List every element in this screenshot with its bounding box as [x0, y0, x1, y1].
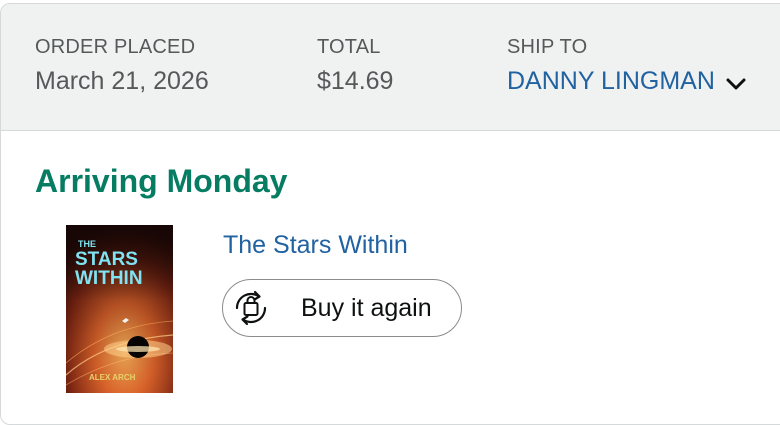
order-card: ORDER PLACED March 21, 2026 TOTAL $14.69… — [0, 3, 780, 425]
order-total-column: TOTAL $14.69 — [317, 34, 393, 98]
ship-to-label: SHIP TO — [507, 36, 588, 58]
ship-to-column: SHIP TO DANNY LINGMAN — [507, 34, 747, 98]
order-placed-date: March 21, 2026 — [35, 67, 209, 95]
buy-it-again-label: Buy it again — [301, 293, 432, 322]
product-title-link[interactable]: The Stars Within — [223, 229, 408, 261]
cover-author: ALEX ARCH — [89, 373, 136, 382]
buy-it-again-button[interactable]: Buy it again — [222, 279, 462, 337]
cover-title-line1: THE — [78, 239, 96, 249]
order-placed-label: ORDER PLACED — [35, 36, 196, 58]
order-total-label: TOTAL — [317, 36, 381, 58]
order-total-value: $14.69 — [317, 67, 394, 95]
ship-to-dropdown[interactable]: DANNY LINGMAN — [507, 64, 747, 98]
ship-to-name: DANNY LINGMAN — [507, 67, 715, 95]
order-placed-column: ORDER PLACED March 21, 2026 — [35, 34, 209, 98]
reorder-bag-icon — [225, 282, 277, 334]
chevron-down-icon — [725, 70, 747, 92]
product-image[interactable]: THE STARS WITHIN ALEX ARCH — [66, 225, 173, 393]
cover-title-line3: WITHIN — [75, 268, 143, 289]
order-header: ORDER PLACED March 21, 2026 TOTAL $14.69… — [1, 4, 780, 131]
cover-title-line2: STARS — [75, 249, 138, 270]
delivery-status: Arriving Monday — [35, 163, 288, 199]
